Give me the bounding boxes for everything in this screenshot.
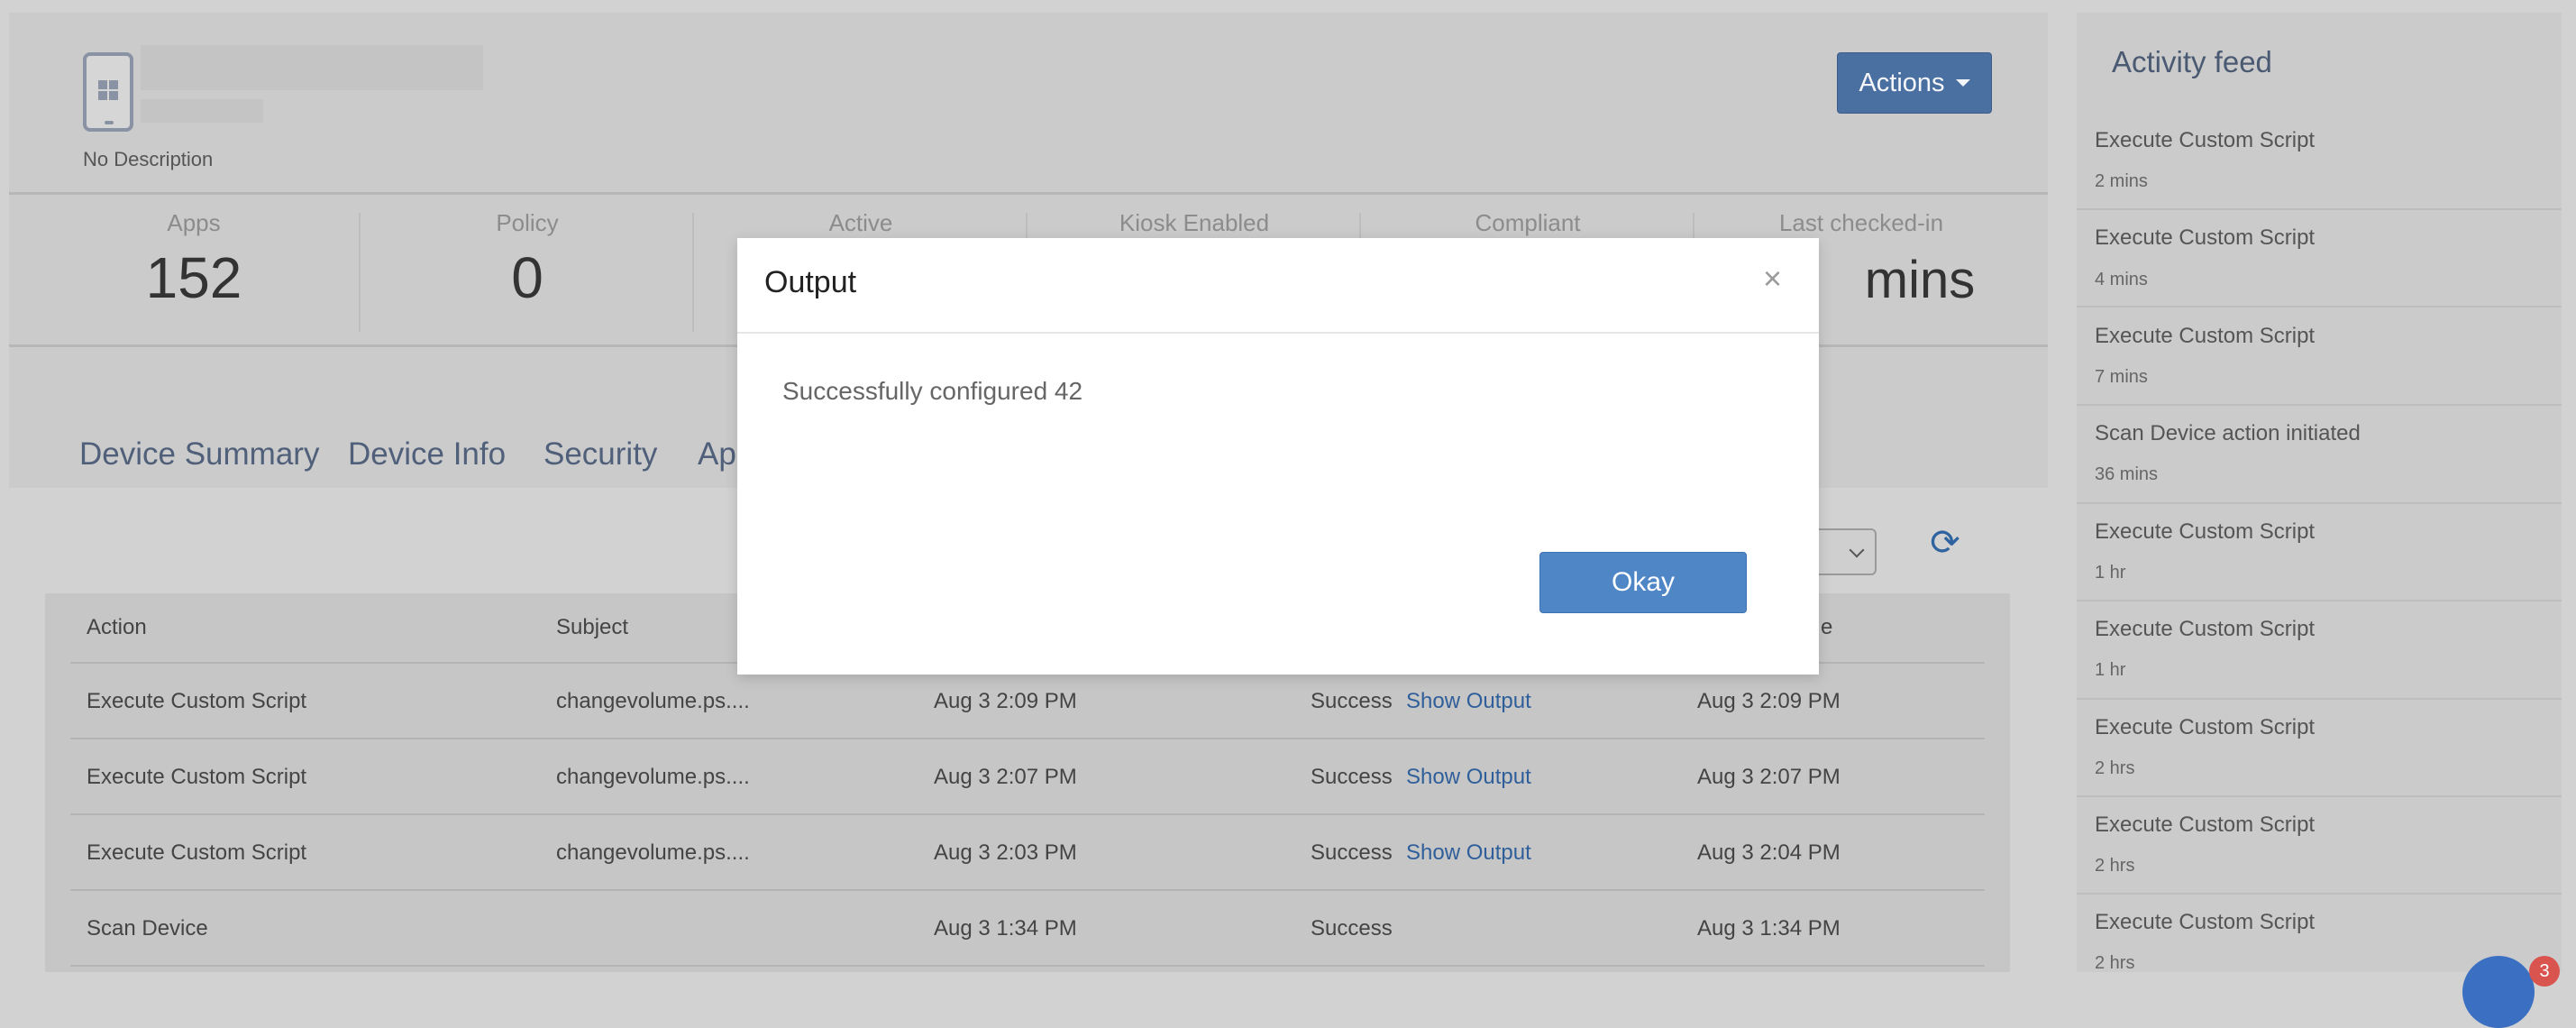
table-cell-completed: Aug 3 2:07 PM: [1697, 765, 1841, 789]
notification-badge: 3: [2529, 956, 2560, 987]
feed-item-time: 7 mins: [2095, 367, 2148, 387]
feed-item-time: 2 hrs: [2095, 856, 2135, 876]
row-divider: [70, 738, 1985, 739]
feed-item-title[interactable]: Execute Custom Script: [2095, 128, 2315, 153]
table-cell-started: Aug 3 2:03 PM: [934, 840, 1077, 865]
stat-compliant: Compliant: [1361, 209, 1694, 237]
row-divider: [70, 813, 1985, 815]
feed-divider: [2077, 893, 2562, 895]
output-modal: Output × Successfully configured 42 Okay: [737, 238, 1819, 675]
show-output-link[interactable]: Show Output: [1406, 689, 1531, 714]
table-cell-action: Scan Device: [87, 916, 208, 941]
activity-feed-title: Activity feed: [2112, 45, 2272, 78]
stat-label: Last checked-in: [1778, 209, 1944, 236]
row-divider: [70, 965, 1985, 967]
feed-item-title[interactable]: Execute Custom Script: [2095, 519, 2315, 545]
feed-item-time: 4 mins: [2095, 270, 2148, 289]
windows-device-icon: [83, 52, 133, 132]
tab-apps[interactable]: Ap: [698, 436, 736, 473]
column-header-completed: e: [1821, 615, 1833, 639]
actions-button[interactable]: Actions: [1837, 52, 1992, 114]
stat-label: Active: [828, 209, 893, 236]
table-cell-completed: Aug 3 2:09 PM: [1697, 689, 1841, 713]
feed-divider: [2077, 795, 2562, 797]
table-cell-completed: Aug 3 1:34 PM: [1697, 916, 1841, 941]
stat-value: 152: [145, 245, 242, 310]
feed-item-time: 36 mins: [2095, 464, 2159, 484]
refresh-icon[interactable]: ⟳: [1925, 523, 1965, 563]
modal-title: Output: [764, 265, 857, 299]
chat-bubble-icon[interactable]: [2462, 956, 2535, 1028]
table-cell-started: Aug 3 2:07 PM: [934, 765, 1077, 789]
feed-item-time: 2 mins: [2095, 171, 2148, 191]
feed-item-title[interactable]: Execute Custom Script: [2095, 910, 2315, 935]
column-header-subject: Subject: [556, 615, 629, 639]
feed-item-time: 1 hr: [2095, 660, 2126, 680]
feed-item-title[interactable]: Scan Device action initiated: [2095, 421, 2361, 446]
tab-security[interactable]: Security: [544, 436, 657, 473]
tab-device-info[interactable]: Device Info: [348, 436, 506, 473]
stat-kiosk: Kiosk Enabled: [1028, 209, 1361, 237]
feed-item-title[interactable]: Execute Custom Script: [2095, 812, 2315, 838]
table-cell-status: Success: [1311, 765, 1393, 789]
show-output-link[interactable]: Show Output: [1406, 765, 1531, 790]
modal-header: Output ×: [737, 238, 1819, 334]
stat-active: Active: [694, 209, 1028, 237]
modal-message: Successfully configured 42: [782, 377, 1083, 405]
actions-button-label: Actions: [1859, 68, 1945, 97]
table-cell-status: Success: [1311, 689, 1393, 713]
table-cell-started: Aug 3 2:09 PM: [934, 689, 1077, 713]
device-description: No Description: [83, 148, 214, 170]
stat-label: Apps: [167, 209, 221, 236]
table-cell-started: Aug 3 1:34 PM: [934, 916, 1077, 941]
feed-item-title[interactable]: Execute Custom Script: [2095, 324, 2315, 349]
table-cell-action: Execute Custom Script: [87, 840, 307, 865]
feed-item-time: 2 hrs: [2095, 758, 2135, 778]
caret-down-icon: [1955, 79, 1970, 87]
table-cell-action: Execute Custom Script: [87, 765, 307, 789]
feed-item-title[interactable]: Execute Custom Script: [2095, 715, 2315, 740]
table-cell-status: Success: [1311, 916, 1393, 941]
stat-value: 0: [511, 245, 544, 310]
feed-item-time: 2 hrs: [2095, 953, 2135, 973]
feed-item-title[interactable]: Execute Custom Script: [2095, 617, 2315, 642]
chevron-down-icon: [1849, 542, 1865, 558]
feed-divider: [2077, 208, 2562, 210]
feed-divider: [2077, 306, 2562, 307]
show-output-link[interactable]: Show Output: [1406, 840, 1531, 866]
close-icon[interactable]: ×: [1763, 260, 1782, 298]
tab-device-summary[interactable]: Device Summary: [79, 436, 319, 473]
feed-divider: [2077, 698, 2562, 700]
row-divider: [70, 889, 1985, 891]
feed-divider: [2077, 600, 2562, 601]
feed-item-title[interactable]: Execute Custom Script: [2095, 225, 2315, 251]
feed-divider: [2077, 502, 2562, 504]
column-header-action: Action: [87, 615, 147, 639]
table-cell-subject: changevolume.ps....: [556, 840, 750, 865]
table-cell-subject: changevolume.ps....: [556, 689, 750, 713]
feed-item-time: 1 hr: [2095, 563, 2126, 583]
stat-label: Policy: [496, 209, 559, 236]
table-cell-status: Success: [1311, 840, 1393, 865]
table-cell-subject: changevolume.ps....: [556, 765, 750, 789]
table-cell-action: Execute Custom Script: [87, 689, 307, 713]
table-cell-completed: Aug 3 2:04 PM: [1697, 840, 1841, 865]
stat-label: Compliant: [1475, 209, 1581, 236]
stat-label: Kiosk Enabled: [1119, 209, 1270, 236]
feed-divider: [2077, 404, 2562, 406]
stat-policy: Policy 0: [361, 209, 694, 311]
stat-apps: Apps 152: [27, 209, 361, 311]
okay-button[interactable]: Okay: [1539, 552, 1747, 613]
device-subtitle-redacted: [141, 99, 263, 123]
divider: [9, 192, 2048, 195]
device-name-redacted: [141, 45, 483, 90]
